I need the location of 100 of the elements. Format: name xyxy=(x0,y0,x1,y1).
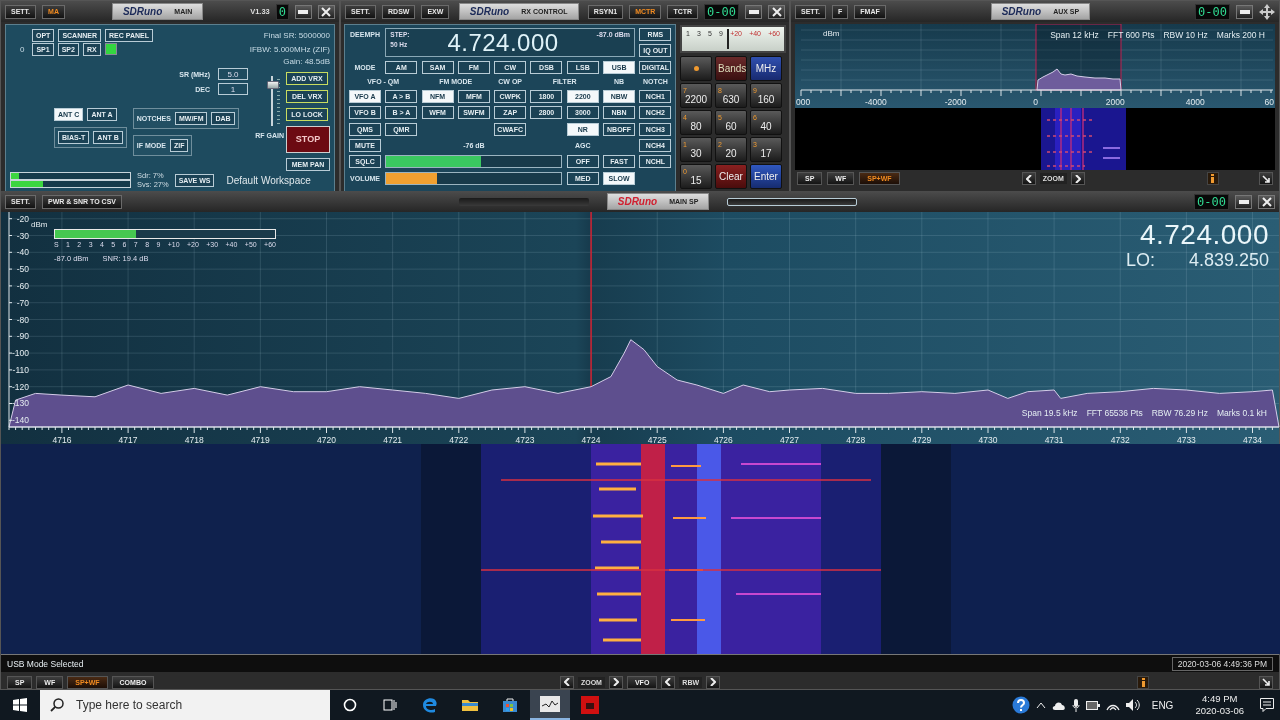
app-window-icon xyxy=(540,696,560,712)
axis-label: 4717 xyxy=(118,435,138,444)
start-icon xyxy=(13,698,27,712)
axis-label: 60 xyxy=(1264,97,1274,107)
chevron-up-icon xyxy=(1035,701,1046,709)
axis-label: 4721 xyxy=(383,435,403,444)
axis-label: -40 xyxy=(16,247,29,258)
axis-label: 4719 xyxy=(250,435,270,444)
chevron-right-icon xyxy=(710,678,717,686)
microphone-icon xyxy=(1071,698,1080,712)
axis-label: 0 xyxy=(1033,97,1038,107)
volume-slider[interactable] xyxy=(385,171,563,185)
axis-label: 4723 xyxy=(515,435,535,444)
workspace-name: Default Workspace xyxy=(226,174,311,186)
axis-label: -120 xyxy=(12,381,29,392)
stop-button[interactable]: STOP xyxy=(286,126,330,153)
resize-button[interactable] xyxy=(1259,172,1273,185)
counter-display: 0-00 xyxy=(1194,193,1229,210)
chevron-left-icon xyxy=(665,678,672,686)
keypad-key[interactable]: MHz xyxy=(750,56,782,81)
axis-label: 4732 xyxy=(1110,435,1130,444)
squelch-slider[interactable] xyxy=(385,155,563,169)
axis-label: 4720 xyxy=(317,435,336,444)
axis-label: 4722 xyxy=(449,435,469,444)
lo-label: LO: xyxy=(1125,250,1155,271)
close-button[interactable] xyxy=(1258,194,1275,209)
chevron-left-icon xyxy=(563,678,570,686)
axis-label: -2000 xyxy=(944,97,967,107)
minimize-button[interactable] xyxy=(295,4,312,19)
counter-display: 0 xyxy=(275,3,289,20)
zoom-out-button[interactable] xyxy=(559,675,574,689)
frequency-readout: 4.724.000 xyxy=(447,28,559,57)
axis-label: 4734 xyxy=(1243,435,1262,444)
zoom-in-button[interactable] xyxy=(1070,172,1085,185)
taskbar-app[interactable] xyxy=(530,690,570,720)
notification-icon xyxy=(1260,698,1274,712)
axis-label: 4718 xyxy=(184,435,204,444)
span-info: Marks 200 H xyxy=(1216,30,1265,40)
rbw-up-button[interactable] xyxy=(706,675,721,689)
search-field[interactable]: Type here to search xyxy=(74,697,320,713)
zoom-out-button[interactable] xyxy=(1021,172,1036,185)
axis-label: -4000 xyxy=(864,97,887,107)
resize-button[interactable] xyxy=(1259,675,1273,689)
axis-label: 4727 xyxy=(780,435,799,444)
sample-rate-field: 5.0 xyxy=(218,68,248,80)
close-button[interactable] xyxy=(318,4,335,19)
axis-label: 4724 xyxy=(581,435,601,444)
span-info: Marks 0.1 kH xyxy=(1216,408,1267,418)
help-icon xyxy=(1011,696,1030,714)
cloud-icon xyxy=(1051,700,1066,710)
language-indicator: ENG xyxy=(1151,699,1174,711)
resize-arrow-icon xyxy=(1262,678,1270,686)
rbw-down-button[interactable] xyxy=(661,675,676,689)
minimize-button[interactable] xyxy=(1235,194,1252,209)
keypad-key[interactable] xyxy=(680,56,712,81)
info-text: Gain: 48.5dB xyxy=(283,57,330,66)
clock-date: 2020-03-06 xyxy=(1195,705,1244,717)
timestamp: 2020-03-06 4:49:36 PM xyxy=(1171,656,1273,671)
axis-label: -140 xyxy=(12,415,29,426)
axis-label: -50 xyxy=(16,264,29,275)
axis-label: 000 xyxy=(796,97,811,107)
app-name: SDRuno xyxy=(617,196,658,207)
axis-label: 4729 xyxy=(912,435,932,444)
axis-label: 4726 xyxy=(713,435,733,444)
close-icon xyxy=(1261,196,1272,207)
minimize-button[interactable] xyxy=(745,4,762,19)
resize-arrow-icon xyxy=(1262,174,1270,183)
keypad-key[interactable]: Enter xyxy=(750,164,782,189)
search-box[interactable]: Type here to search xyxy=(40,690,330,720)
zoom-in-button[interactable] xyxy=(608,675,623,689)
axis-label: -100 xyxy=(12,348,29,359)
minimize-icon xyxy=(298,9,309,14)
minimize-icon xyxy=(748,9,759,14)
minimize-button[interactable] xyxy=(1236,4,1253,19)
axis-label: 4730 xyxy=(978,435,998,444)
slider-thumb[interactable] xyxy=(267,81,279,90)
axis-label: -30 xyxy=(16,230,29,241)
axis-title: dBm xyxy=(31,220,48,229)
app-name: SDRuno xyxy=(469,6,510,17)
axis-label: 4725 xyxy=(647,435,667,444)
info-icon xyxy=(1141,677,1145,687)
task-view-icon xyxy=(383,698,397,712)
keypad-key[interactable]: Bands xyxy=(715,56,747,81)
close-icon xyxy=(321,6,332,17)
info-button[interactable] xyxy=(1137,675,1149,689)
info-button[interactable] xyxy=(1207,172,1219,185)
axis-label: -80 xyxy=(16,314,29,325)
info-text: Final SR: 5000000 xyxy=(263,30,330,40)
chevron-right-icon xyxy=(612,678,619,686)
keypad-key[interactable]: Clear xyxy=(715,164,747,189)
close-button[interactable] xyxy=(768,4,785,19)
app-name: SDRuno xyxy=(1001,6,1042,17)
dot-icon xyxy=(693,66,699,71)
move-icon xyxy=(1259,3,1275,20)
axis-title: dBm xyxy=(823,29,840,38)
search-icon xyxy=(50,698,64,712)
folder-icon xyxy=(462,698,478,712)
span-info: FFT 600 Pts xyxy=(1107,30,1155,40)
span-info: FFT 65536 Pts xyxy=(1086,408,1143,418)
index-label: 0 xyxy=(20,44,25,54)
